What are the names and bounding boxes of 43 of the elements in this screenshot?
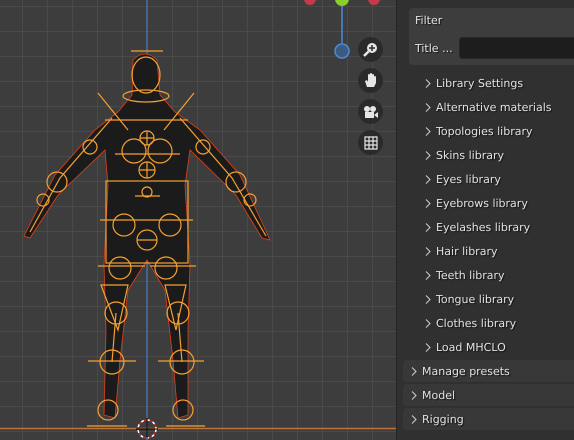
- title-filter-field[interactable]: [458, 37, 574, 59]
- hand-icon: [364, 73, 378, 88]
- chevron-icon: [425, 150, 431, 160]
- panel-header[interactable]: Model: [403, 384, 574, 406]
- 3d-viewport[interactable]: [0, 0, 396, 440]
- chevron-icon: [425, 174, 431, 184]
- subpanel-header[interactable]: Teeth library: [425, 263, 574, 287]
- chevron-icon: [425, 270, 431, 280]
- chevron-icon: [425, 318, 431, 328]
- subpanel-header[interactable]: Eyebrows library: [425, 191, 574, 215]
- panel-title: Filter: [415, 14, 444, 27]
- chevron-icon: [425, 222, 431, 232]
- zoom-icon: [363, 42, 378, 57]
- chevron-icon: [411, 366, 417, 376]
- panel-header[interactable]: Manage presets: [403, 360, 574, 382]
- subpanel-header[interactable]: Load MHCLO: [425, 335, 574, 359]
- chevron-icon: [425, 102, 431, 112]
- camera-icon: [362, 104, 378, 118]
- subpanel-header[interactable]: Eyes library: [425, 167, 574, 191]
- subpanel-header[interactable]: Hair library: [425, 239, 574, 263]
- subpanel-header[interactable]: Skins library: [425, 143, 574, 167]
- viewport-nav-button[interactable]: [358, 37, 383, 62]
- 3d-cursor-icon: [136, 418, 158, 440]
- subpanel-header[interactable]: Eyelashes library: [425, 215, 574, 239]
- viewport-nav-button[interactable]: [358, 130, 383, 155]
- field-label: Title ...: [415, 42, 453, 54]
- chevron-icon: [411, 414, 417, 424]
- chevron-icon: [425, 246, 431, 256]
- chevron-icon: [411, 390, 417, 400]
- chevron-icon: [425, 294, 431, 304]
- subpanel-header[interactable]: Clothes library: [425, 311, 574, 335]
- subpanel-header[interactable]: Topologies library: [425, 119, 574, 143]
- viewport-nav-button[interactable]: [358, 99, 383, 124]
- chevron-icon: [425, 78, 431, 88]
- subpanel-header[interactable]: Library Settings: [425, 71, 574, 95]
- viewport-nav-button[interactable]: [358, 68, 383, 93]
- panel-header[interactable]: Rigging: [403, 408, 574, 430]
- grid-icon: [364, 136, 378, 150]
- chevron-icon: [425, 198, 431, 208]
- chevron-icon: [425, 126, 431, 136]
- subpanel-header[interactable]: Tongue library: [425, 287, 574, 311]
- chevron-icon: [425, 342, 431, 352]
- subpanel-header[interactable]: Alternative materials: [425, 95, 574, 119]
